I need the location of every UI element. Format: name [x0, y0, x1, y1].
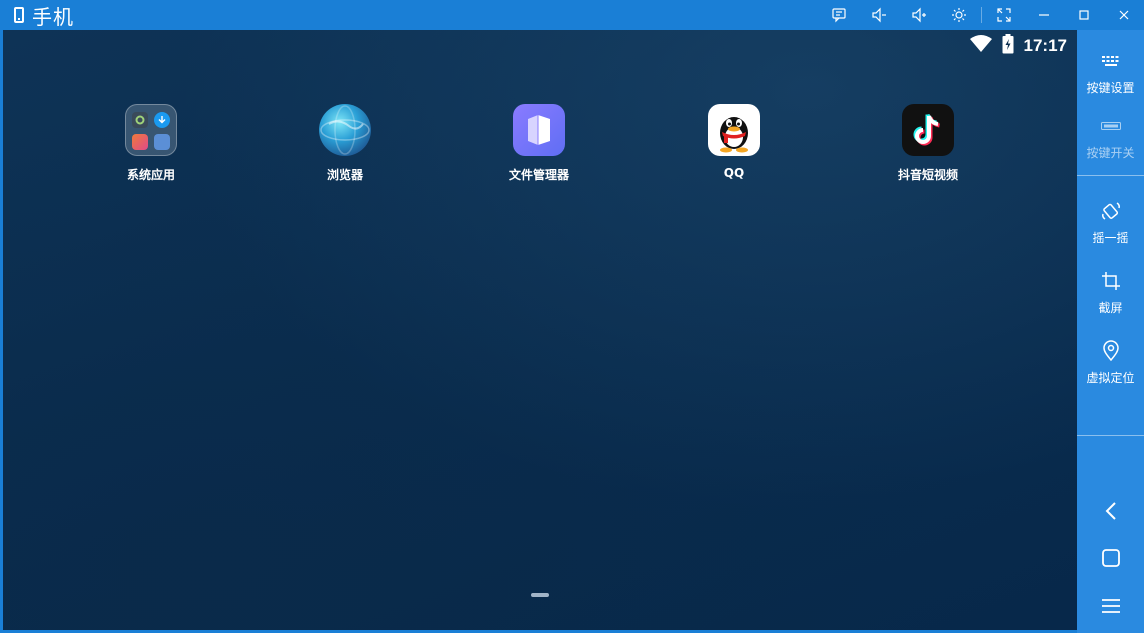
maximize-icon[interactable] — [1064, 0, 1104, 30]
app-browser[interactable]: 浏览器 — [295, 104, 395, 183]
window-controls — [819, 0, 1144, 30]
menu-icon — [1100, 595, 1122, 621]
settings-app-icon — [132, 112, 148, 128]
menu-button[interactable] — [1077, 588, 1144, 628]
app-label: 浏览器 — [326, 168, 363, 182]
back-icon — [1100, 500, 1122, 526]
tiktok-icon — [902, 104, 954, 156]
window-title: 手机 — [32, 4, 74, 29]
wifi-icon — [969, 35, 992, 57]
keyboard-icon — [1100, 50, 1122, 75]
shake-icon — [1100, 200, 1122, 225]
qq-icon — [708, 104, 760, 156]
sidebar-item-label: 截屏 — [1098, 301, 1123, 315]
title-bar: 手机 — [0, 0, 1144, 30]
sidebar-item-shake[interactable]: 摇一摇 — [1077, 200, 1144, 246]
close-icon[interactable] — [1104, 0, 1144, 30]
sidebar-item-virtual-location[interactable]: 虚拟定位 — [1077, 340, 1144, 386]
crop-icon — [1100, 270, 1122, 295]
app-system-apps[interactable]: 系统应用 — [101, 104, 201, 183]
location-pin-icon — [1100, 340, 1122, 365]
sidebar-item-label: 按键开关 — [1086, 146, 1135, 160]
sidebar: 按键设置 按键开关 摇一摇 截屏 虚拟定位 — [1077, 30, 1144, 633]
battery-charging-icon — [1002, 34, 1014, 58]
title-area: 手机 — [0, 1, 74, 30]
sidebar-divider — [1077, 175, 1144, 176]
home-icon — [1100, 547, 1122, 573]
sidebar-item-screenshot[interactable]: 截屏 — [1077, 270, 1144, 316]
volume-down-icon[interactable] — [859, 0, 899, 30]
apps-grid-icon — [154, 134, 170, 150]
volume-up-icon[interactable] — [899, 0, 939, 30]
clock: 17:17 — [1023, 36, 1067, 55]
fullscreen-icon[interactable] — [984, 0, 1024, 30]
app-qq[interactable]: QQ — [684, 104, 784, 180]
minimize-icon[interactable] — [1024, 0, 1064, 30]
home-button[interactable] — [1077, 540, 1144, 580]
page-indicator[interactable] — [531, 593, 549, 597]
message-icon[interactable] — [819, 0, 859, 30]
settings-icon[interactable] — [939, 0, 979, 30]
status-bar: 17:17 — [969, 34, 1067, 58]
gallery-app-icon — [132, 134, 148, 150]
phone-screen[interactable]: 17:17 系统应用 浏览器 文件管理器 QQ 抖音短视频 — [3, 30, 1077, 630]
toggle-icon — [1100, 115, 1122, 140]
sidebar-item-key-toggle[interactable]: 按键开关 — [1077, 115, 1144, 161]
app-tiktok[interactable]: 抖音短视频 — [878, 104, 978, 183]
app-label: 文件管理器 — [508, 168, 569, 182]
app-file-manager[interactable]: 文件管理器 — [489, 104, 589, 183]
app-label: 系统应用 — [126, 168, 175, 182]
download-app-icon — [154, 112, 170, 128]
sidebar-divider — [1077, 435, 1144, 436]
sidebar-item-label: 按键设置 — [1086, 81, 1135, 95]
sidebar-item-key-settings[interactable]: 按键设置 — [1077, 50, 1144, 96]
file-manager-icon — [513, 104, 565, 156]
back-button[interactable] — [1077, 493, 1144, 533]
app-label: QQ — [723, 166, 745, 180]
sidebar-item-label: 虚拟定位 — [1086, 371, 1135, 385]
phone-icon — [14, 7, 24, 23]
browser-icon — [319, 104, 371, 156]
app-label: 抖音短视频 — [897, 168, 958, 182]
sidebar-item-label: 摇一摇 — [1092, 231, 1129, 245]
titlebar-divider — [981, 7, 982, 23]
folder-icon — [125, 104, 177, 156]
